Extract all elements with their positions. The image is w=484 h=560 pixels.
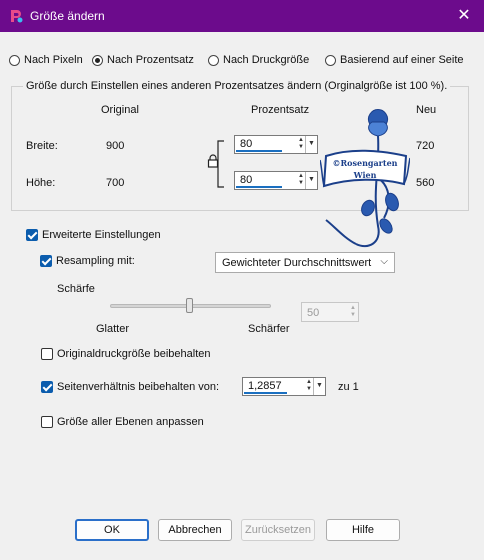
radio-label: Basierend auf einer Seite: [340, 54, 464, 66]
radio-label: Nach Prozentsatz: [107, 54, 194, 66]
keep-aspect-ratio-checkbox[interactable]: Seitenverhältnis beibehalten von:: [41, 381, 219, 393]
title-bar: Größe ändern ✕: [0, 0, 484, 32]
window-title: Größe ändern: [30, 9, 105, 23]
checkbox-unchecked-icon: [41, 348, 53, 360]
spin-arrows-icon[interactable]: ▲ ▼: [297, 173, 305, 188]
size-group-caption: Größe durch Einstellen eines anderen Pro…: [23, 80, 451, 92]
spin-arrows-icon[interactable]: ▲ ▼: [305, 379, 313, 394]
aspect-ratio-value[interactable]: 1,2857: [248, 380, 282, 392]
aspect-ratio-spinner[interactable]: 1,2857 ▲ ▼ ▼: [242, 377, 326, 396]
width-new-value: 720: [416, 140, 435, 152]
checkbox-label: Resampling mit:: [56, 255, 135, 267]
checkbox-checked-icon: [26, 229, 38, 241]
radio-circle: [9, 54, 20, 66]
sharpness-slider-thumb[interactable]: [186, 298, 193, 313]
width-percent-value[interactable]: 80: [240, 138, 252, 150]
sharpness-max-label: Schärfer: [248, 323, 290, 335]
radio-by-print-size[interactable]: Nach Druckgröße: [208, 54, 309, 66]
sharpness-value-spinner: 50 ▲ ▼: [301, 302, 359, 322]
focus-underline: [236, 186, 282, 188]
spin-arrows-icon: ▲ ▼: [350, 305, 356, 318]
checkbox-label: Originaldruckgröße beibehalten: [57, 348, 211, 360]
resampling-method-select[interactable]: Gewichteter Durchschnittswert ⌵: [215, 252, 395, 273]
close-icon[interactable]: ✕: [444, 0, 484, 32]
dropdown-arrow-icon[interactable]: ▼: [305, 172, 317, 189]
aspect-ratio-suffix: zu 1: [338, 381, 359, 393]
radio-by-pixels[interactable]: Nach Pixeln: [9, 54, 83, 66]
focus-underline: [236, 150, 282, 152]
radio-label: Nach Pixeln: [24, 54, 83, 66]
checkbox-label: Seitenverhältnis beibehalten von:: [57, 381, 220, 393]
checkbox-label: Größe aller Ebenen anpassen: [57, 416, 204, 428]
checkbox-label: Erweiterte Einstellungen: [42, 229, 161, 241]
column-new-header: Neu: [416, 104, 437, 116]
width-label: Breite:: [26, 140, 58, 152]
rosengarten-watermark-logo: ©Rosengarten Wien: [320, 109, 410, 248]
width-original-value: 900: [106, 140, 125, 152]
checkbox-checked-icon: [40, 255, 52, 267]
height-percent-value[interactable]: 80: [240, 174, 252, 186]
resampling-checkbox[interactable]: Resampling mit:: [40, 255, 135, 267]
dropdown-arrow-icon[interactable]: ▼: [305, 136, 317, 153]
radio-by-page[interactable]: Basierend auf einer Seite: [325, 54, 464, 66]
spin-arrows-icon[interactable]: ▲ ▼: [297, 137, 305, 152]
advanced-settings-checkbox[interactable]: Erweiterte Einstellungen: [26, 229, 161, 241]
column-percent-header: Prozentsatz: [251, 104, 310, 116]
sharpness-value: 50: [307, 307, 320, 319]
help-button[interactable]: Hilfe: [326, 519, 400, 541]
radio-label: Nach Druckgröße: [223, 54, 310, 66]
height-original-value: 700: [106, 177, 125, 189]
sharpness-min-label: Glatter: [96, 323, 130, 335]
height-label: Höhe:: [26, 177, 56, 189]
height-percent-spinner[interactable]: 80 ▲ ▼ ▼: [234, 171, 318, 190]
watermark-line-2: Wien: [353, 170, 377, 180]
lock-icon[interactable]: [207, 154, 219, 168]
resize-all-layers-checkbox[interactable]: Größe aller Ebenen anpassen: [41, 416, 204, 428]
ok-button[interactable]: OK: [75, 519, 149, 541]
cancel-button[interactable]: Abbrechen: [158, 519, 232, 541]
sharpness-label: Schärfe: [57, 283, 95, 295]
column-original-header: Original: [101, 104, 139, 116]
width-percent-spinner[interactable]: 80 ▲ ▼ ▼: [234, 135, 318, 154]
paintshop-app-icon: [11, 10, 23, 23]
reset-button[interactable]: Zurücksetzen: [241, 519, 315, 541]
watermark-line-1: ©Rosengarten: [333, 158, 398, 168]
checkbox-unchecked-icon: [41, 416, 53, 428]
dropdown-arrow-icon[interactable]: ▼: [313, 378, 325, 395]
radio-circle-selected: [92, 54, 103, 66]
select-value: Gewichteter Durchschnittswert: [222, 257, 372, 269]
checkbox-checked-icon: [41, 381, 53, 393]
chevron-down-icon: ⌵: [380, 256, 388, 267]
radio-circle: [325, 54, 336, 66]
radio-by-percent[interactable]: Nach Prozentsatz: [92, 54, 194, 66]
radio-circle: [208, 54, 219, 66]
height-new-value: 560: [416, 177, 435, 189]
keep-print-size-checkbox[interactable]: Originaldruckgröße beibehalten: [41, 348, 210, 360]
focus-underline: [244, 392, 287, 394]
